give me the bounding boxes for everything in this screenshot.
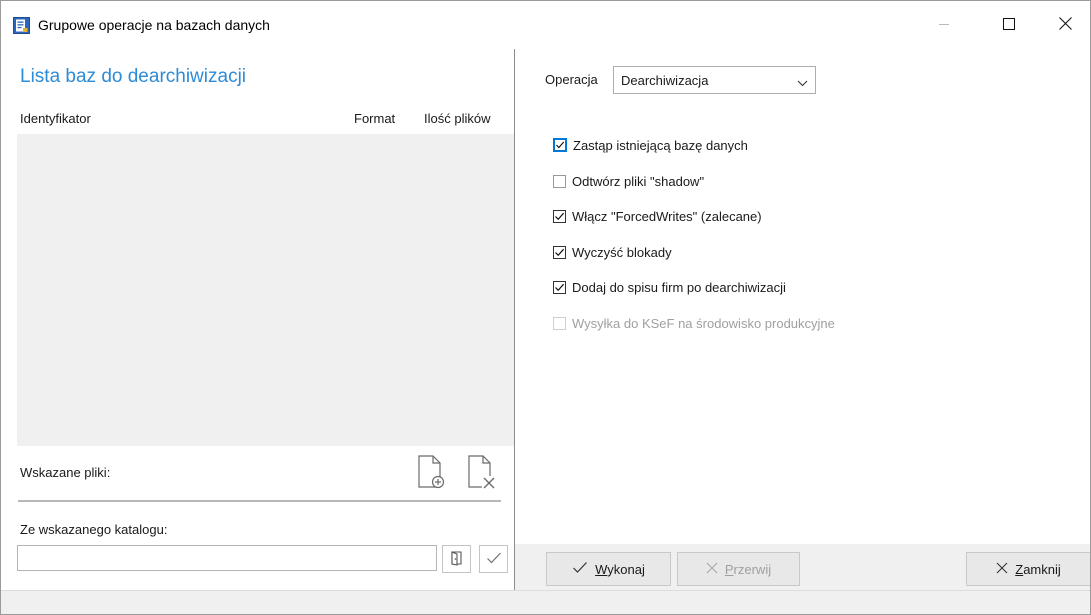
database-app-icon bbox=[13, 17, 30, 34]
operation-label: Operacja bbox=[545, 72, 598, 87]
checkmark-icon bbox=[486, 551, 502, 568]
operation-select[interactable]: Dearchiwizacja bbox=[613, 66, 816, 94]
section-separator bbox=[18, 500, 501, 502]
close-button-label: Zamknij bbox=[1015, 561, 1061, 577]
remove-file-button[interactable] bbox=[465, 453, 499, 491]
stop-button-label: Przerwij bbox=[724, 561, 772, 577]
close-icon bbox=[996, 562, 1008, 577]
status-bar bbox=[1, 590, 1090, 614]
close-window-button[interactable] bbox=[1042, 1, 1088, 49]
maximize-button[interactable] bbox=[986, 1, 1032, 49]
close-icon bbox=[706, 562, 718, 577]
execute-button[interactable]: Wykonaj bbox=[546, 552, 671, 586]
window-title: Grupowe operacje na bazach danych bbox=[38, 17, 270, 33]
directory-label: Ze wskazanego katalogu: bbox=[20, 522, 168, 537]
list-title: Lista baz do dearchiwizacji bbox=[20, 66, 247, 87]
add-file-button[interactable] bbox=[415, 453, 449, 491]
option-checkbox[interactable]: Włącz "ForcedWrites" (zalecane) bbox=[553, 206, 762, 226]
option-checkbox[interactable]: Wyczyść blokady bbox=[553, 242, 672, 262]
option-label: Zastąp istniejącą bazę danych bbox=[573, 137, 748, 153]
selected-files-label: Wskazane pliki: bbox=[20, 465, 111, 480]
column-header-identifier[interactable]: Identyfikator bbox=[20, 111, 91, 126]
close-button[interactable]: Zamknij bbox=[966, 552, 1090, 586]
checkmark-icon bbox=[572, 561, 588, 577]
checkbox-checked-icon bbox=[553, 138, 567, 152]
checkbox-checked-icon bbox=[553, 245, 566, 259]
directory-input[interactable] bbox=[17, 545, 437, 571]
dialog-window: Grupowe operacje na bazach danych Lista … bbox=[0, 0, 1091, 615]
checkbox-checked-icon bbox=[553, 280, 566, 294]
checkbox-empty-icon bbox=[553, 174, 566, 188]
column-header-format[interactable]: Format bbox=[354, 111, 395, 126]
option-checkbox[interactable]: Odtwórz pliki "shadow" bbox=[553, 171, 704, 191]
chevron-down-icon bbox=[797, 75, 808, 90]
option-label: Włącz "ForcedWrites" (zalecane) bbox=[572, 208, 762, 224]
execute-button-label: Wykonaj bbox=[595, 561, 645, 577]
browse-folder-icon bbox=[449, 550, 465, 569]
title-bar: Grupowe operacje na bazach danych bbox=[1, 1, 1090, 49]
option-checkbox[interactable]: Zastąp istniejącą bazę danych bbox=[553, 135, 748, 155]
remove-file-icon bbox=[465, 455, 499, 494]
close-icon bbox=[1058, 17, 1072, 33]
add-file-icon bbox=[415, 455, 449, 494]
option-label: Odtwórz pliki "shadow" bbox=[572, 173, 705, 189]
option-label: Dodaj do spisu firm po dearchiwizacji bbox=[572, 279, 786, 295]
confirm-directory-button[interactable] bbox=[479, 545, 508, 573]
database-list[interactable] bbox=[17, 134, 514, 446]
checkbox-checked-icon bbox=[553, 209, 566, 223]
column-header-file-count[interactable]: Ilość plików bbox=[424, 111, 490, 126]
minimize-button[interactable] bbox=[921, 1, 967, 49]
operation-select-value: Dearchiwizacja bbox=[621, 73, 709, 88]
maximize-icon bbox=[1003, 17, 1015, 33]
option-label: Wysyłka do KSeF na środowisko produkcyjn… bbox=[572, 315, 835, 331]
minimize-icon bbox=[938, 18, 950, 33]
database-list-panel: Lista baz do dearchiwizacji Identyfikato… bbox=[1, 49, 514, 590]
option-label: Wyczyść blokady bbox=[572, 244, 672, 260]
option-checkbox: Wysyłka do KSeF na środowisko produkcyjn… bbox=[553, 313, 835, 333]
checkbox-empty-icon bbox=[553, 316, 566, 330]
option-checkbox[interactable]: Dodaj do spisu firm po dearchiwizacji bbox=[553, 277, 786, 297]
stop-button[interactable]: Przerwij bbox=[677, 552, 800, 586]
operation-panel: Operacja Dearchiwizacja Zastąp istniejąc… bbox=[515, 49, 1090, 590]
browse-folder-button[interactable] bbox=[442, 545, 471, 573]
